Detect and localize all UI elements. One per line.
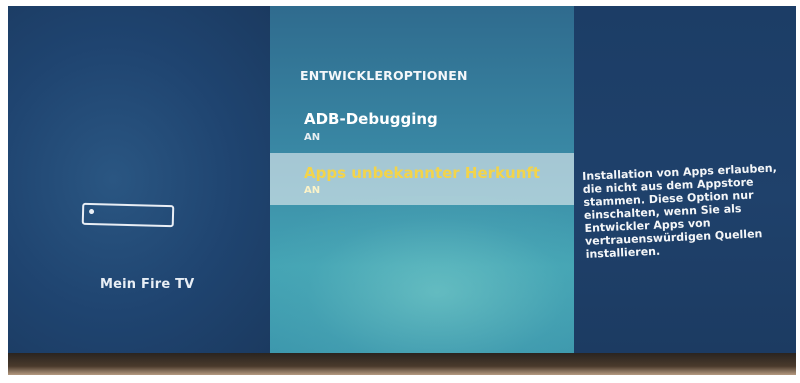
- menu-item-label: Apps unbekannter Herkunft: [304, 164, 541, 182]
- tv-photo: Mein Fire TV ENTWICKLEROPTIONEN ADB-Debu…: [0, 0, 800, 383]
- settings-menu-panel: ENTWICKLEROPTIONEN ADB-Debugging AN Apps…: [270, 6, 574, 356]
- menu-item-unknown-sources[interactable]: Apps unbekannter Herkunft AN: [270, 153, 574, 205]
- menu-item-value: AN: [304, 132, 321, 143]
- device-indicator-dot: [89, 208, 95, 215]
- fire-tv-device-icon: [81, 202, 175, 228]
- left-panel: Mein Fire TV: [8, 6, 270, 353]
- section-title: ENTWICKLEROPTIONEN: [300, 68, 468, 83]
- menu-item-label: ADB-Debugging: [304, 110, 438, 128]
- panel-glare: [270, 196, 574, 356]
- option-description: Installation von Apps erlauben, die nich…: [582, 161, 778, 261]
- description-panel: Installation von Apps erlauben, die nich…: [574, 6, 796, 353]
- tv-bezel: [8, 353, 796, 375]
- menu-item-value: AN: [304, 185, 321, 196]
- device-label: Mein Fire TV: [100, 277, 195, 292]
- tv-screen: Mein Fire TV ENTWICKLEROPTIONEN ADB-Debu…: [8, 6, 796, 375]
- menu-item-adb-debugging[interactable]: ADB-Debugging AN: [270, 108, 574, 150]
